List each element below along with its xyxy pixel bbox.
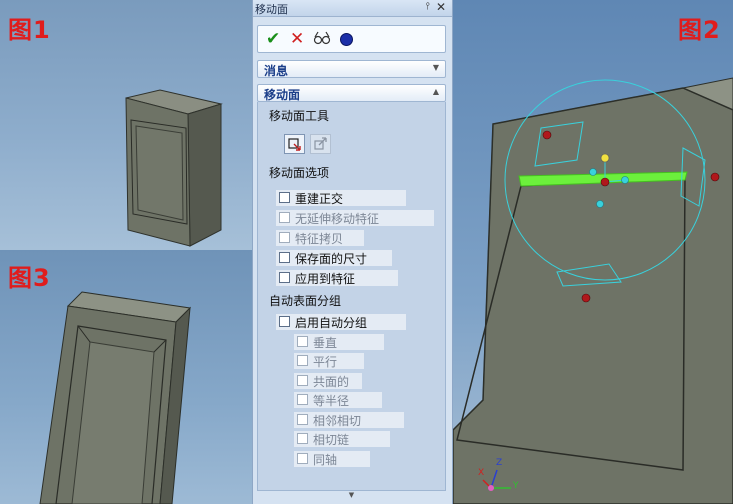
option-feature-copy[interactable]: 特征拷贝 [276, 230, 364, 246]
checkbox[interactable] [279, 232, 290, 243]
option-label: 相切链 [313, 433, 350, 447]
axis-handle-y[interactable] [589, 168, 597, 176]
model-view-2 [453, 77, 733, 504]
panel-title: 移动面 [255, 3, 288, 16]
move-face-section-header[interactable]: 移动面 ▲ [257, 84, 446, 102]
handle-point-right[interactable] [710, 172, 720, 182]
option-label: 相邻相切 [313, 414, 362, 428]
pocket-floor [135, 125, 184, 221]
move-face-tool-icon [287, 138, 301, 151]
viewport-figure-3[interactable]: 图3 [0, 250, 252, 504]
checkbox[interactable] [279, 316, 290, 327]
scroll-down-icon[interactable]: ▼ [257, 490, 446, 500]
close-icon[interactable]: ✕ [436, 0, 446, 14]
move-face-section-label: 移动面 [264, 88, 301, 102]
option-label: 同轴 [313, 453, 338, 467]
checkbox[interactable] [297, 355, 308, 366]
message-section-label: 消息 [264, 64, 289, 78]
viewport-figure-2[interactable]: 图2 Z Y X [453, 0, 733, 504]
triad-y-label: Y [513, 481, 519, 491]
message-section-header[interactable]: 消息 ▼ [257, 60, 446, 78]
triad-x-label: X [478, 468, 485, 478]
viewport-figure-1[interactable]: 图1 [0, 0, 252, 250]
axis-handle-x[interactable] [621, 176, 629, 184]
handle-point-top[interactable] [542, 130, 552, 140]
option-equal-radius[interactable]: 等半径 [294, 392, 382, 408]
handle-point-bottom[interactable] [581, 293, 591, 303]
move-face-panel: 移动面 ⫯ ✕ ✔ ✕ 消息 ▼ 移动面 ▲ 移动面工具 移动面选项 重建正交 … [252, 0, 453, 504]
chevron-down-icon[interactable]: ▼ [433, 63, 439, 72]
cancel-button[interactable]: ✕ [290, 29, 304, 49]
checkbox[interactable] [297, 433, 308, 444]
option-label: 共面的 [313, 375, 350, 389]
checkbox[interactable] [279, 252, 290, 263]
checkbox[interactable] [297, 336, 308, 347]
panel-titlebar: 移动面 ⫯ ✕ [253, 0, 452, 17]
option-coplanar[interactable]: 共面的 [294, 373, 362, 389]
handle-center-point[interactable] [600, 177, 610, 187]
option-label: 重建正交 [295, 192, 344, 206]
move-face-section-body: 移动面工具 移动面选项 重建正交 无延伸移动特征 特征拷贝 保存面的尺寸 应用到… [257, 102, 446, 492]
option-label: 平行 [313, 355, 338, 369]
checkbox[interactable] [297, 414, 308, 425]
action-bar: ✔ ✕ [257, 25, 446, 53]
glasses-glyph [313, 31, 331, 45]
checkbox[interactable] [279, 192, 290, 203]
block2-front-face [453, 87, 733, 504]
block-side-face [187, 103, 222, 247]
option-label: 垂直 [313, 336, 338, 350]
figure-label-2: 图2 [678, 16, 721, 44]
triad-origin [488, 485, 494, 491]
option-label: 特征拷贝 [295, 232, 344, 246]
detail-dot-icon[interactable] [340, 33, 353, 46]
option-label: 保存面的尺寸 [295, 252, 368, 266]
preview-glasses-icon[interactable] [313, 31, 331, 51]
option-save-face-dimension[interactable]: 保存面的尺寸 [276, 250, 392, 266]
ok-button[interactable]: ✔ [266, 29, 280, 49]
option-rebuild-orthogonal[interactable]: 重建正交 [276, 190, 406, 206]
option-parallel[interactable]: 平行 [294, 353, 364, 369]
pin-icon[interactable]: ⫯ [426, 1, 430, 12]
option-tangent-chain[interactable]: 相切链 [294, 431, 390, 447]
figure-label-1: 图1 [8, 16, 51, 44]
copy-face-tool-button[interactable] [310, 134, 331, 154]
figure-label-3: 图3 [8, 264, 51, 292]
checkbox[interactable] [297, 375, 308, 386]
option-no-extend-move-feature[interactable]: 无延伸移动特征 [276, 210, 434, 226]
option-label: 等半径 [313, 394, 350, 408]
option-enable-auto-grouping[interactable]: 启用自动分组 [276, 314, 406, 330]
chevron-up-icon[interactable]: ▲ [433, 87, 439, 96]
option-apply-to-feature[interactable]: 应用到特征 [276, 270, 398, 286]
checkbox[interactable] [279, 272, 290, 283]
option-label: 启用自动分组 [295, 316, 368, 330]
option-coaxial[interactable]: 同轴 [294, 451, 370, 467]
checkbox[interactable] [297, 453, 308, 464]
tools-group-title: 移动面工具 [269, 109, 330, 123]
axis-handle-neg[interactable] [596, 200, 604, 208]
option-adjacent-tangent[interactable]: 相邻相切 [294, 412, 404, 428]
copy-face-tool-icon [313, 137, 327, 150]
auto-group-title: 自动表面分组 [269, 294, 342, 308]
option-label: 无延伸移动特征 [295, 212, 380, 226]
options-group-title: 移动面选项 [269, 166, 330, 180]
option-perpendicular[interactable]: 垂直 [294, 334, 384, 350]
move-face-tool-button[interactable] [284, 134, 305, 154]
checkbox[interactable] [279, 212, 290, 223]
option-label: 应用到特征 [295, 272, 356, 286]
triad-z-label: Z [496, 458, 503, 468]
axis-handle-z[interactable] [600, 153, 610, 163]
checkbox[interactable] [297, 394, 308, 405]
